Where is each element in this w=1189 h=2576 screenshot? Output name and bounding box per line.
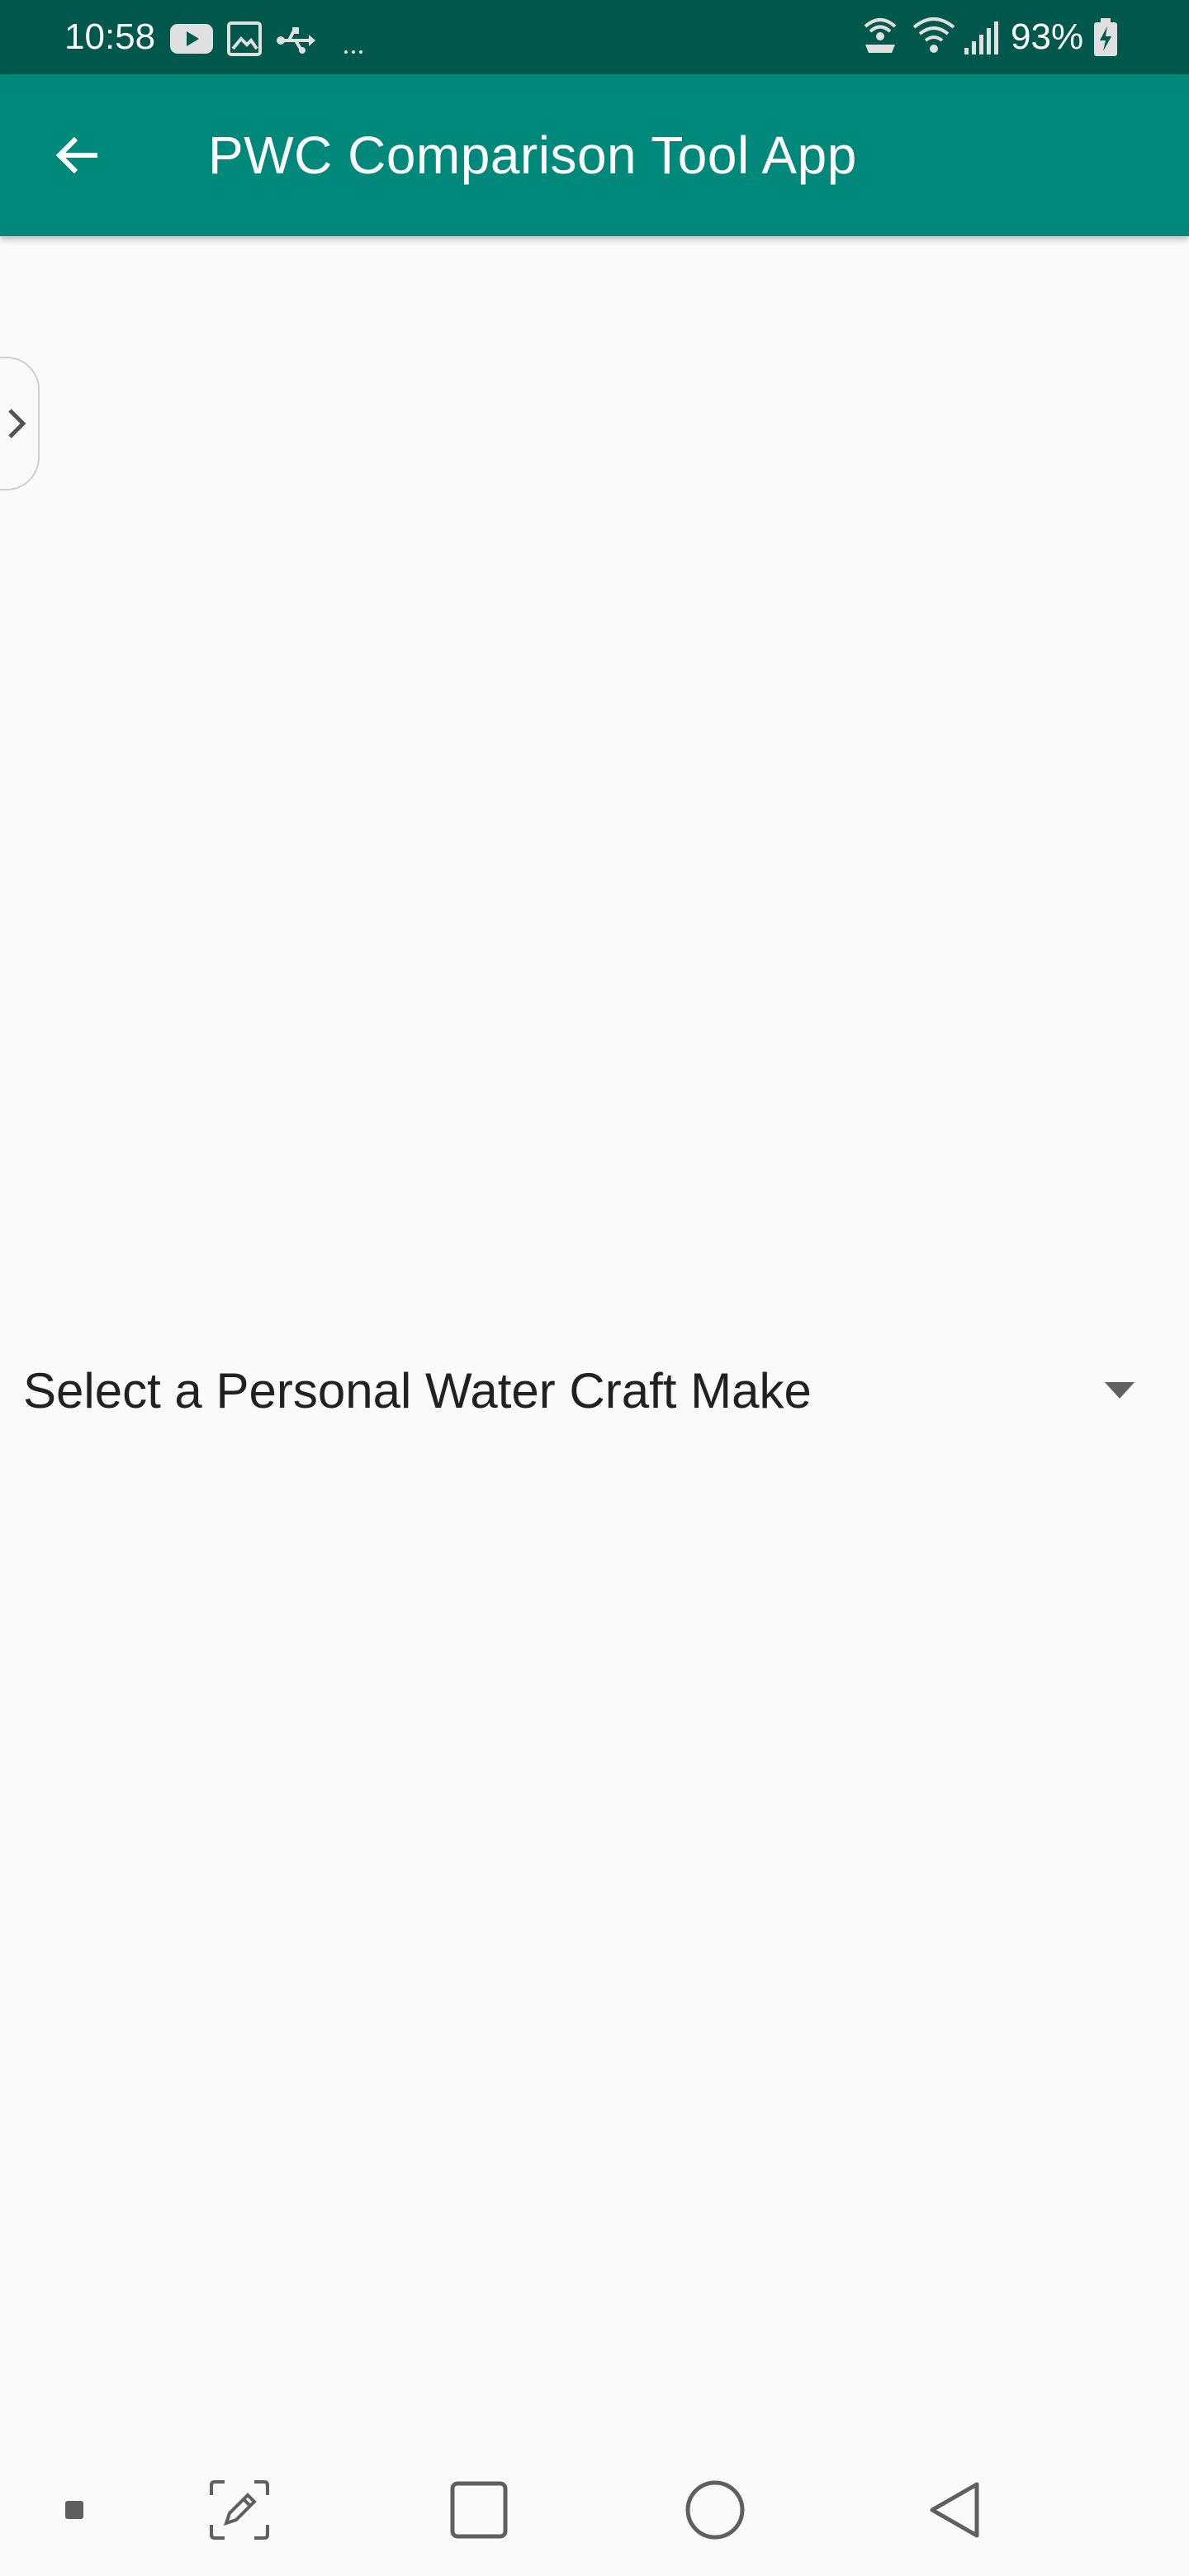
status-time: 10:58: [64, 17, 156, 57]
youtube-icon: [170, 24, 213, 54]
drawer-handle[interactable]: [0, 357, 40, 490]
battery-percent: 93%: [1011, 17, 1084, 57]
chevron-right-icon: [8, 409, 26, 438]
page-title: PWC Comparison Tool App: [208, 125, 857, 185]
dot-button[interactable]: [50, 2444, 99, 2576]
navigation-bar: [0, 2444, 1189, 2576]
wifi-icon: [912, 17, 955, 53]
signal-icon: [964, 21, 998, 54]
dropdown-arrow-icon: [1105, 1382, 1135, 1399]
app-bar: PWC Comparison Tool App: [0, 74, 1189, 236]
arrow-back-icon: [55, 136, 97, 174]
system-back-button[interactable]: [913, 2444, 996, 2576]
battery-charging-icon: [1094, 18, 1117, 56]
hotspot-icon: [864, 18, 897, 53]
recents-button[interactable]: [438, 2444, 520, 2576]
home-circle-icon: [685, 2480, 745, 2540]
back-arrow-button[interactable]: [31, 109, 124, 201]
recents-icon: [450, 2481, 508, 2539]
screenshot-edit-button[interactable]: [198, 2444, 281, 2576]
back-triangle-icon: [930, 2482, 979, 2538]
screenshot-edit-icon: [210, 2480, 269, 2540]
spinner-selected-value: Select a Personal Water Craft Make: [23, 1363, 812, 1418]
image-icon: [227, 21, 262, 56]
usb-icon: [277, 27, 315, 54]
status-bar: 10:58 93%: [0, 0, 1189, 74]
more-dots-icon: [344, 50, 362, 54]
dot-icon: [65, 2501, 83, 2519]
home-button[interactable]: [674, 2444, 756, 2576]
make-spinner[interactable]: Select a Personal Water Craft Make: [0, 1346, 1189, 1437]
